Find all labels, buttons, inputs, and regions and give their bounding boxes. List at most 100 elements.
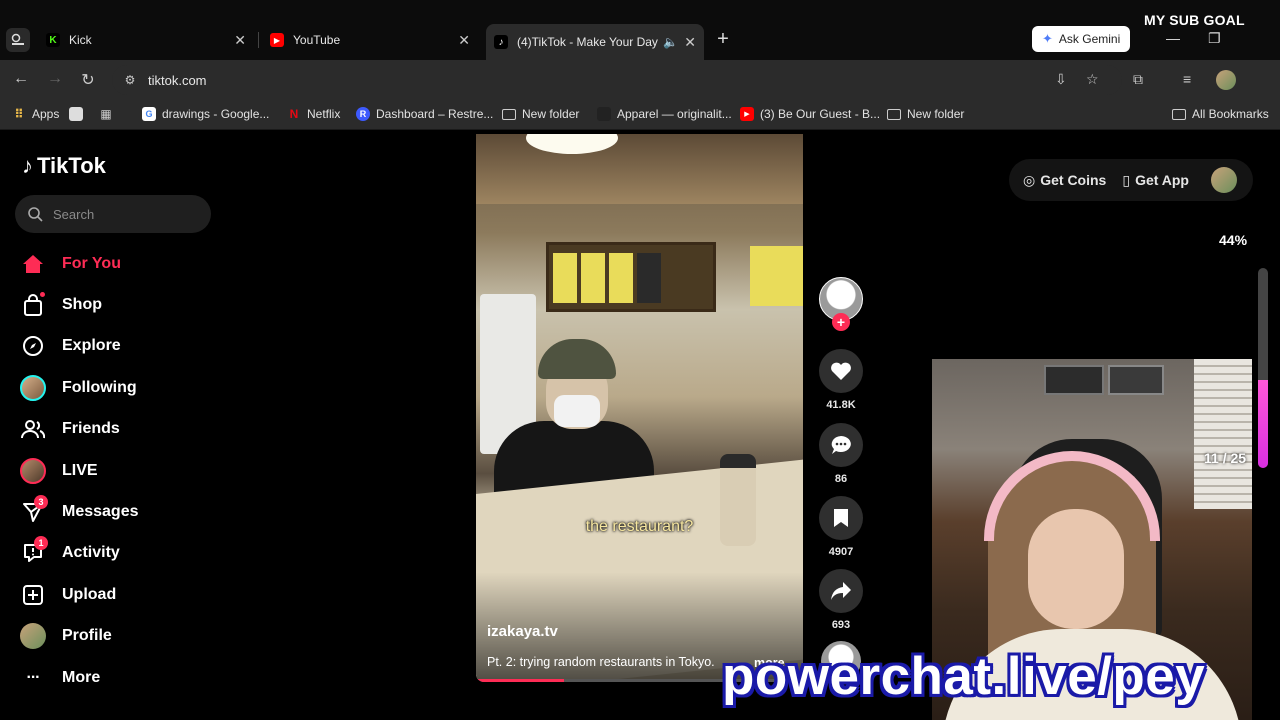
friends-icon: [18, 419, 48, 439]
sidebar-item-profile[interactable]: Profile: [18, 616, 218, 657]
like-count: 41.8K: [826, 399, 856, 411]
comment-button[interactable]: [819, 423, 863, 467]
install-app-icon[interactable]: ⇩: [1055, 71, 1067, 88]
bookmark-grid[interactable]: ▦: [99, 107, 113, 121]
bookmark-all[interactable]: All Bookmarks: [1172, 107, 1269, 121]
close-icon[interactable]: ✕: [684, 34, 696, 51]
sidebar-item-label: Profile: [62, 627, 112, 645]
bookmarks-bar: ⠿ Apps ▦ G drawings - Google... N Netfli…: [0, 100, 1280, 130]
share-button[interactable]: [819, 569, 863, 613]
phone-icon: ▯: [1122, 171, 1131, 188]
google-icon: G: [142, 107, 156, 121]
bookmark-be-our-guest[interactable]: ▶ (3) Be Our Guest - B...: [740, 107, 880, 121]
tiktok-logo[interactable]: ♪ TikTok: [22, 153, 106, 179]
youtube-icon: ▶: [740, 107, 754, 121]
more-dots-icon: ···: [26, 668, 41, 686]
tab-search-icon[interactable]: [6, 28, 30, 52]
bookmark-blank[interactable]: [69, 107, 83, 121]
minimize-icon[interactable]: —: [1166, 30, 1180, 46]
media-controls-icon[interactable]: ≡: [1183, 71, 1191, 87]
video-subtitle: the restaurant?: [585, 518, 694, 535]
bookmark-label: New folder: [522, 107, 580, 121]
bookmark-label: drawings - Google...: [162, 107, 270, 121]
comment-icon: [831, 436, 851, 454]
profile-avatar: [20, 623, 46, 650]
promo-url: powerchat.live/pey: [722, 647, 1206, 706]
bookmark-label: Apps: [32, 107, 60, 121]
compass-icon: [18, 335, 48, 357]
follow-plus-icon[interactable]: +: [832, 313, 850, 331]
site-info-icon[interactable]: ⚙: [120, 73, 140, 87]
bookmark-folder-2[interactable]: New folder: [887, 107, 964, 121]
folder-icon: [887, 108, 901, 120]
webcam-microwave: [1044, 365, 1104, 395]
folder-icon: [1172, 108, 1186, 120]
video-player[interactable]: the restaurant? izakaya.tv Pt. 2: trying…: [476, 134, 803, 682]
share-arrow-icon: [831, 582, 851, 600]
grid-icon: ▦: [100, 107, 112, 121]
bookmark-apparel[interactable]: Apparel — originalit...: [597, 107, 732, 121]
sidebar-item-shop[interactable]: Shop: [18, 284, 218, 325]
bookmark-netflix[interactable]: N Netflix: [287, 107, 341, 121]
upload-icon: [18, 584, 48, 605]
close-icon[interactable]: ✕: [234, 32, 246, 49]
following-avatar: [20, 374, 46, 401]
apps-grid-icon: ⠿: [14, 107, 24, 121]
ask-gemini-button[interactable]: ✦ Ask Gemini: [1032, 26, 1131, 52]
restore-icon[interactable]: ❐: [1208, 30, 1221, 47]
bookmark-label: Apparel — originalit...: [617, 107, 732, 121]
sidebar-item-upload[interactable]: Upload: [18, 574, 218, 615]
like-button[interactable]: [819, 349, 863, 393]
tiktok-logo-text: TikTok: [37, 153, 106, 178]
bookmark-folder-1[interactable]: New folder: [502, 107, 579, 121]
activity-icon: 1: [18, 536, 48, 564]
save-count: 4907: [828, 546, 854, 558]
sidebar-item-messages[interactable]: 3 Messages: [18, 491, 218, 532]
forward-icon[interactable]: →: [45, 70, 65, 88]
extensions-icon[interactable]: ⧉: [1133, 71, 1143, 88]
profile-avatar[interactable]: [1216, 70, 1236, 90]
sidebar-item-label: LIVE: [62, 461, 98, 479]
bookmark-drawings[interactable]: G drawings - Google...: [142, 107, 269, 121]
top-right-actions: ◎ Get Coins ▯ Get App: [1009, 159, 1253, 201]
sidebar-item-for-you[interactable]: For You: [18, 243, 218, 284]
new-tab-button[interactable]: +: [712, 28, 734, 50]
address-bar[interactable]: ⚙ tiktok.com: [112, 65, 1122, 95]
tab-tiktok[interactable]: ♪ (4)TikTok - Make Your Day 🔈 ✕: [486, 24, 704, 60]
get-app-button[interactable]: ▯ Get App: [1122, 172, 1189, 189]
bookmark-apps[interactable]: ⠿ Apps: [12, 107, 59, 121]
tab-youtube[interactable]: ▶ YouTube ✕: [262, 26, 478, 54]
sidebar-item-label: Messages: [62, 503, 139, 521]
sidebar-item-explore[interactable]: Explore: [18, 326, 218, 367]
ask-gemini-label: Ask Gemini: [1058, 32, 1121, 46]
reload-icon[interactable]: ↻: [78, 70, 98, 90]
site-icon: [597, 107, 611, 121]
video-frame-menu-board: [546, 242, 716, 312]
sidebar-item-live[interactable]: LIVE: [18, 450, 218, 491]
user-avatar[interactable]: [1210, 167, 1237, 193]
sidebar-item-label: Friends: [62, 420, 120, 438]
sidebar-item-following[interactable]: Following: [18, 367, 218, 408]
sidebar-item-friends[interactable]: Friends: [18, 409, 218, 450]
sidebar-item-more[interactable]: ··· More: [18, 657, 218, 698]
bookmark-star-icon[interactable]: ☆: [1086, 71, 1099, 88]
sub-goal-bar: [1258, 268, 1268, 468]
sidebar-item-activity[interactable]: 1 Activity: [18, 533, 218, 574]
bookmark-dashboard[interactable]: R Dashboard – Restre...: [356, 107, 493, 121]
tab-kick[interactable]: K Kick ✕: [38, 26, 254, 54]
close-icon[interactable]: ✕: [458, 32, 470, 49]
get-coins-button[interactable]: ◎ Get Coins: [1023, 172, 1106, 189]
speaker-icon[interactable]: 🔈: [663, 35, 678, 49]
sub-goal-percent: 44%: [1219, 232, 1248, 248]
back-icon[interactable]: ←: [11, 70, 31, 88]
search-input[interactable]: Search: [15, 195, 211, 233]
sub-goal-fill: [1258, 380, 1268, 468]
video-frame-menu-board-2: [750, 246, 803, 306]
youtube-icon: ▶: [270, 33, 284, 47]
save-button[interactable]: [819, 496, 863, 540]
sidebar-nav: For You Shop Explore Following Friends L…: [18, 243, 218, 698]
url-text[interactable]: tiktok.com: [148, 73, 207, 88]
video-description: Pt. 2: trying random restaurants in Toky…: [487, 655, 715, 669]
sidebar-item-label: Shop: [62, 296, 102, 314]
video-author[interactable]: izakaya.tv: [487, 623, 558, 640]
